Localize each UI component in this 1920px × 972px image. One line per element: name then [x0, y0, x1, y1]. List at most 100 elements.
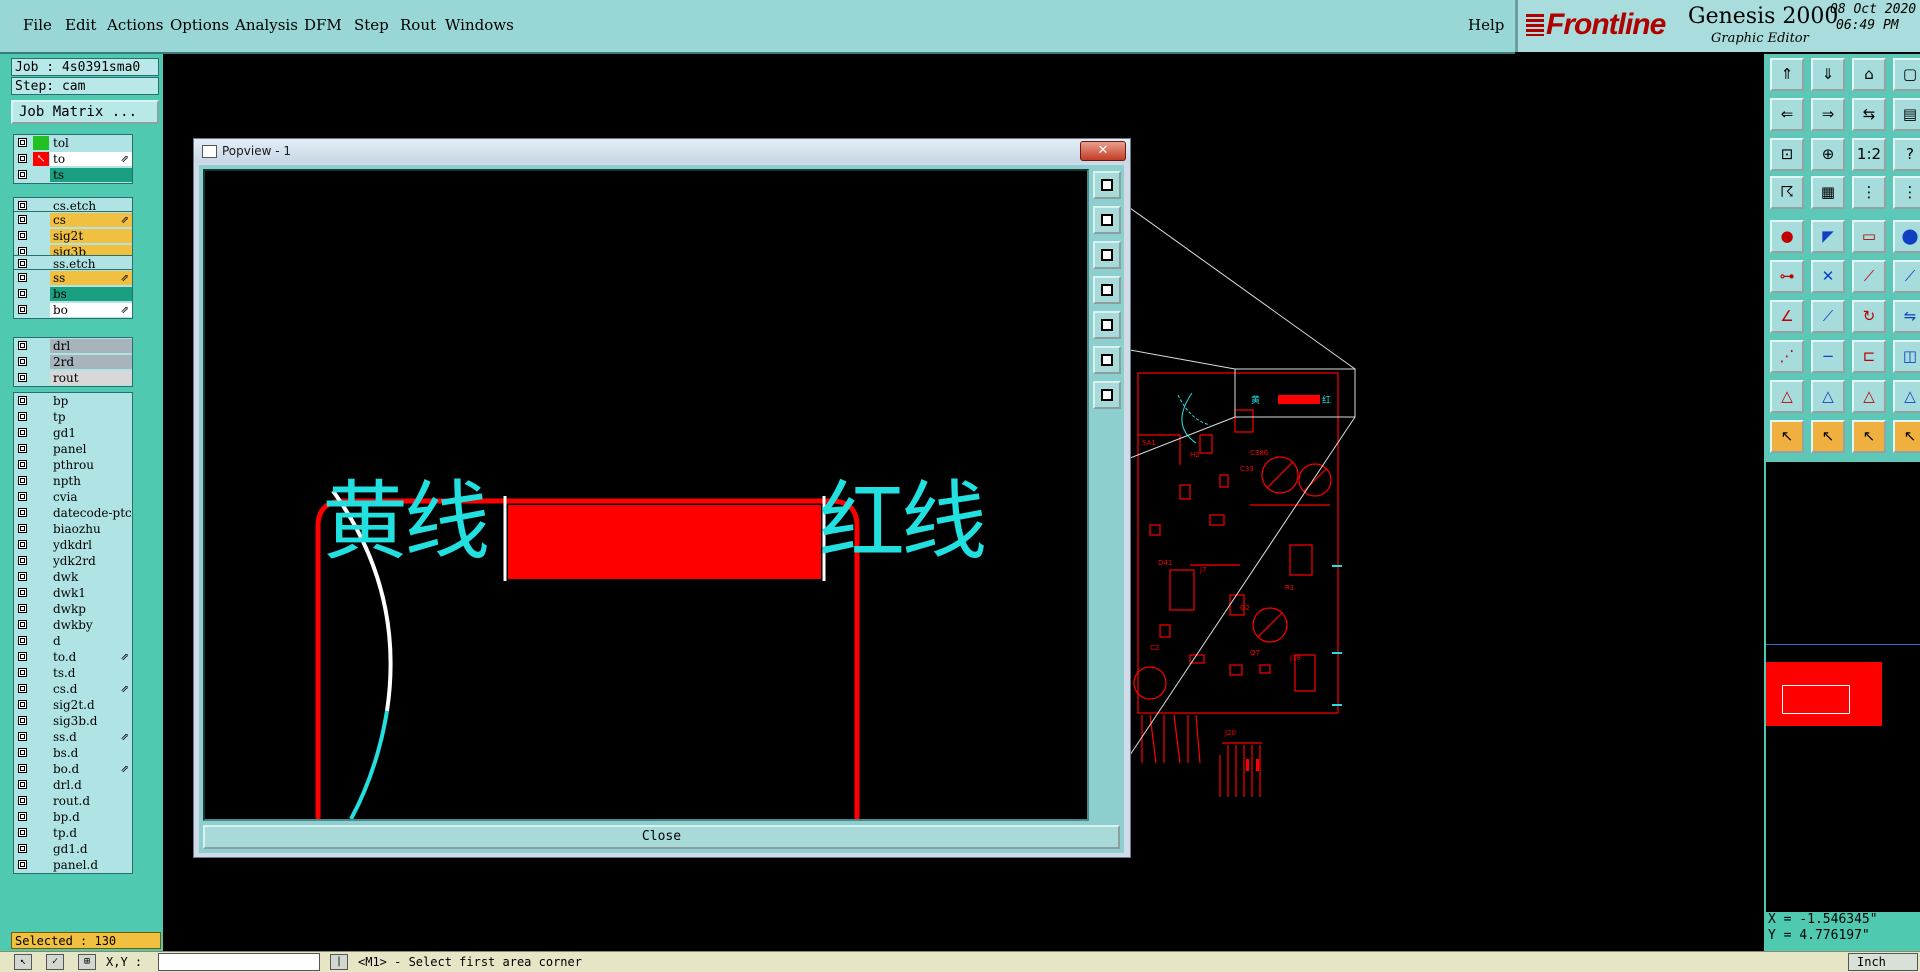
layer-name[interactable]: ts.d [50, 666, 132, 680]
layer-row[interactable]: pthrou [14, 457, 132, 473]
layer-state-indicator[interactable] [33, 355, 49, 369]
layer-row[interactable]: cs ⇗ [14, 212, 132, 228]
layer-state-indicator[interactable] [33, 522, 49, 536]
layer-row[interactable]: ↖ to ⇗ [14, 151, 132, 167]
layer-row[interactable]: bs [14, 286, 132, 302]
link-icon[interactable]: ⟋ [1852, 260, 1886, 293]
layer-checkbox[interactable] [18, 796, 27, 805]
layer-row[interactable]: bo.d ⇗ [14, 761, 132, 777]
layer-checkbox[interactable] [18, 373, 27, 382]
layer-checkbox[interactable] [18, 748, 27, 757]
units-selector[interactable]: Inch [1848, 953, 1918, 971]
layer-state-indicator[interactable] [33, 666, 49, 680]
layer-state-indicator[interactable] [33, 794, 49, 808]
layer-row[interactable]: cs.d ⇗ [14, 681, 132, 697]
layer-checkbox[interactable] [18, 412, 27, 421]
layer-row[interactable]: sig2t [14, 228, 132, 244]
window-icon[interactable]: ▢ [1893, 58, 1920, 91]
layer-checkbox[interactable] [18, 492, 27, 501]
layer-name[interactable]: panel.d [50, 858, 132, 872]
menu-options[interactable]: Options [170, 16, 229, 34]
layer-checkbox[interactable] [18, 396, 27, 405]
line-icon[interactable]: ⟋ [1811, 300, 1845, 333]
layer-checkbox[interactable] [18, 812, 27, 821]
layer-row[interactable]: sig3b.d [14, 713, 132, 729]
layer-state-indicator[interactable] [33, 618, 49, 632]
select-box-icon[interactable]: ↖ [1852, 420, 1886, 453]
layer-state-indicator[interactable] [33, 213, 49, 227]
layer-row[interactable]: dwk1 [14, 585, 132, 601]
layer-name[interactable]: to ⇗ [50, 152, 132, 166]
triangle3-icon[interactable]: △ [1852, 380, 1886, 413]
zoom-down-icon[interactable]: ⇓ [1811, 58, 1845, 91]
point-icon[interactable]: ⋰ [1770, 340, 1804, 373]
layer-name[interactable]: datecode-ptc [50, 506, 132, 520]
zoom-center-icon[interactable]: ⊕ [1811, 138, 1845, 171]
layer-state-indicator[interactable] [33, 287, 49, 301]
layer-name[interactable]: bs [50, 287, 132, 301]
popview-window[interactable]: Popview - 1 ✕ 黄线 红线 Close [193, 138, 1131, 858]
layer-state-indicator[interactable] [33, 168, 49, 182]
layer-checkbox[interactable] [18, 154, 27, 163]
layer-name[interactable]: sig2t [50, 229, 132, 243]
layer-checkbox[interactable] [18, 604, 27, 613]
select-icon[interactable]: ↖ [1770, 420, 1804, 453]
layer-row[interactable]: gd1 [14, 425, 132, 441]
layer-state-indicator[interactable] [33, 490, 49, 504]
layer-row[interactable]: bo ⇗ [14, 302, 132, 318]
layer-checkbox[interactable] [18, 273, 27, 282]
layer-name[interactable]: cvia [50, 490, 132, 504]
triangle-icon[interactable]: △ [1770, 380, 1804, 413]
layer-row[interactable]: panel.d [14, 857, 132, 873]
layers-red2-icon[interactable]: ⋮ [1893, 176, 1920, 209]
layer-name[interactable]: tp.d [50, 826, 132, 840]
layer-row[interactable]: datecode-ptc [14, 505, 132, 521]
layer-row[interactable]: sig2t.d [14, 697, 132, 713]
layer-row[interactable]: bp [14, 393, 132, 409]
layer-checkbox[interactable] [18, 572, 27, 581]
layer-state-indicator[interactable] [33, 474, 49, 488]
layer-row[interactable]: drl [14, 338, 132, 354]
layer-row[interactable]: panel [14, 441, 132, 457]
layer-state-indicator[interactable] [33, 136, 49, 150]
layer-row[interactable]: 2rd [14, 354, 132, 370]
pan-right-icon[interactable]: ⇒ [1811, 98, 1845, 131]
layer-checkbox[interactable] [18, 732, 27, 741]
layer-row[interactable]: ydkdrl [14, 537, 132, 553]
layer-name[interactable]: bp [50, 394, 132, 408]
layer-checkbox[interactable] [18, 844, 27, 853]
select-path-icon[interactable]: ↖ [1893, 420, 1920, 453]
layer-state-indicator[interactable] [33, 810, 49, 824]
layer-state-indicator[interactable] [33, 762, 49, 776]
layer-name[interactable]: pthrou [50, 458, 132, 472]
layer-name[interactable]: gd1 [50, 426, 132, 440]
layer-name[interactable]: cs ⇗ [50, 213, 132, 227]
layer-checkbox[interactable] [18, 620, 27, 629]
layer-row[interactable]: drl.d [14, 777, 132, 793]
layer-row[interactable]: rout [14, 370, 132, 386]
layer-state-indicator[interactable] [33, 229, 49, 243]
rotate-icon[interactable]: ↻ [1852, 300, 1886, 333]
layer-row[interactable]: bs.d [14, 745, 132, 761]
layer-checkbox[interactable] [18, 357, 27, 366]
layer-name[interactable]: dwkp [50, 602, 132, 616]
popview-fit-icon[interactable] [1093, 171, 1121, 199]
pointer-icon[interactable]: ↖ [14, 954, 32, 970]
layer-checkbox[interactable] [18, 215, 27, 224]
select-frame-icon[interactable]: ↖ [1811, 420, 1845, 453]
layer-name[interactable]: bs.d [50, 746, 132, 760]
layer-state-indicator[interactable] [33, 682, 49, 696]
layer-name[interactable]: dwk [50, 570, 132, 584]
xy-input[interactable] [158, 953, 320, 971]
ruler-icon[interactable]: ▭ [1852, 220, 1886, 253]
measure-icon[interactable]: ⟋ [1893, 260, 1920, 293]
layer-name[interactable]: cs.d ⇗ [50, 682, 132, 696]
layer-name[interactable]: bo.d ⇗ [50, 762, 132, 776]
check-icon[interactable]: ✓ [46, 954, 64, 970]
grid-icon[interactable]: ▦ [1811, 176, 1845, 209]
layers-red-icon[interactable]: ⋮ [1852, 176, 1886, 209]
layer-name[interactable]: 2rd [50, 355, 132, 369]
layer-checkbox[interactable] [18, 636, 27, 645]
layer-state-indicator[interactable] [33, 538, 49, 552]
arc-red-icon[interactable]: ◤ [1811, 220, 1845, 253]
